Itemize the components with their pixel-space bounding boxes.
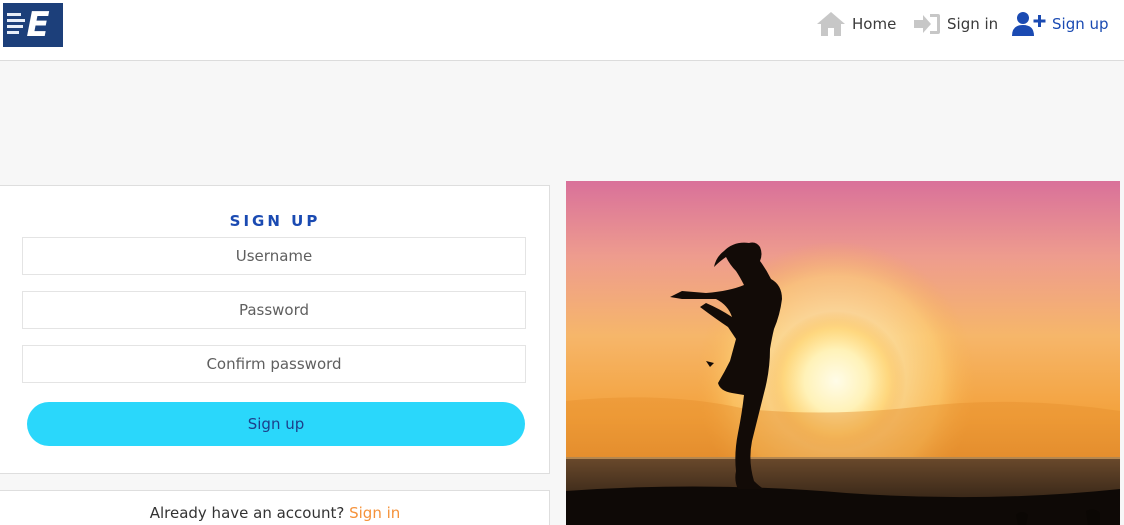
hero-image xyxy=(566,181,1120,525)
nav-signup-link[interactable]: Sign up xyxy=(1012,9,1109,39)
username-input[interactable] xyxy=(22,237,526,275)
brand-logo[interactable]: E xyxy=(3,3,63,47)
signin-prompt: Already have an account? Sign in xyxy=(0,504,551,522)
logo-stripe xyxy=(7,19,25,22)
nav-signin-link[interactable]: Sign in xyxy=(913,9,998,39)
logo-stripe xyxy=(7,31,19,34)
signin-link[interactable]: Sign in xyxy=(349,504,400,522)
signin-prompt-card: Already have an account? Sign in xyxy=(0,490,550,525)
sign-in-icon xyxy=(913,12,941,36)
confirm-password-input[interactable] xyxy=(22,345,526,383)
signup-title: SIGN UP xyxy=(229,212,321,230)
nav-signup-label: Sign up xyxy=(1052,15,1109,33)
logo-stripe xyxy=(7,13,21,16)
logo-letter: E xyxy=(26,5,50,45)
user-plus-icon xyxy=(1012,11,1046,37)
signup-card: SIGN UP Sign up xyxy=(0,185,550,474)
password-input[interactable] xyxy=(22,291,526,329)
home-icon xyxy=(816,11,846,37)
nav-home-label: Home xyxy=(852,15,897,33)
logo-stripe xyxy=(7,25,23,28)
signin-prompt-text: Already have an account? xyxy=(149,504,345,522)
signup-submit-button[interactable]: Sign up xyxy=(27,402,525,446)
nav-home-link[interactable]: Home xyxy=(816,9,896,39)
navbar: E Home Sign in Sign up xyxy=(0,0,1124,61)
nav-signin-label: Sign in xyxy=(947,15,999,33)
